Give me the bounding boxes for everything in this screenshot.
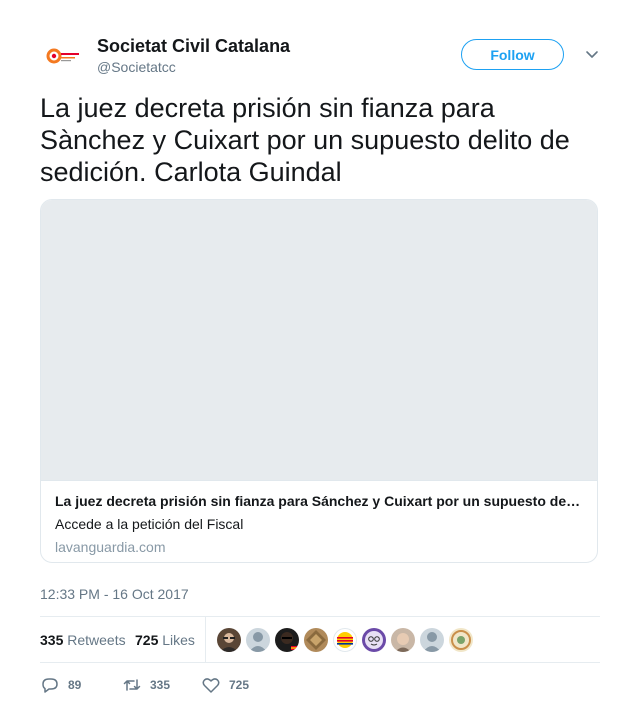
retweet-icon [123,679,141,691]
account-name[interactable]: Societat Civil Catalana [97,36,290,57]
retweets-count: 335 [40,632,64,648]
liker-avatar[interactable] [420,628,444,652]
card-body: La juez decreta prisión sin fianza para … [41,481,597,556]
liker-avatar[interactable] [449,628,473,652]
liker-avatar[interactable] [362,628,386,652]
liker-avatar[interactable] [333,628,357,652]
tweet-text: La juez decreta prisión sin fianza para … [40,93,570,187]
card-domain: lavanguardia.com [55,539,166,555]
liker-avatar[interactable] [275,628,299,652]
reply-icon [42,678,58,693]
link-card[interactable]: La juez decreta prisión sin fianza para … [40,199,598,563]
tweet-timestamp[interactable]: 12:33 PM - 16 Oct 2017 [40,586,189,602]
likes-stat[interactable]: 725 Likes [135,632,195,648]
tweet-actions: 89 335 725 [40,674,600,698]
card-description: Accede a la petición del Fiscal [55,516,244,532]
retweets-stat[interactable]: 335 Retweets [40,632,126,648]
retweet-button[interactable]: 335 [122,674,170,696]
heart-icon [202,678,220,693]
retweet-count: 335 [150,678,171,692]
liker-avatar[interactable] [391,628,415,652]
stats-divider [205,617,206,662]
scc-logo-icon [41,35,85,79]
card-image[interactable] [41,200,597,481]
reply-button[interactable]: 89 [40,674,81,696]
reply-count: 89 [68,678,82,692]
retweets-label: Retweets [67,632,126,648]
more-options[interactable] [584,46,600,62]
likes-count: 725 [135,632,159,648]
liker-avatar[interactable] [246,628,270,652]
like-button[interactable]: 725 [201,674,249,696]
liker-avatar[interactable] [217,628,241,652]
account-handle[interactable]: @Societatcc [97,59,176,75]
chevron-down-icon [586,51,598,58]
tweet-header: Societat Civil Catalana @Societatcc Foll… [40,34,600,80]
tweet-stats: 335 Retweets 725 Likes [40,616,600,663]
avatar[interactable] [40,34,86,80]
card-title[interactable]: La juez decreta prisión sin fianza para … [55,492,583,510]
like-count: 725 [229,678,250,692]
liker-avatar[interactable] [304,628,328,652]
follow-button[interactable]: Follow [461,39,564,70]
likes-label: Likes [162,632,195,648]
